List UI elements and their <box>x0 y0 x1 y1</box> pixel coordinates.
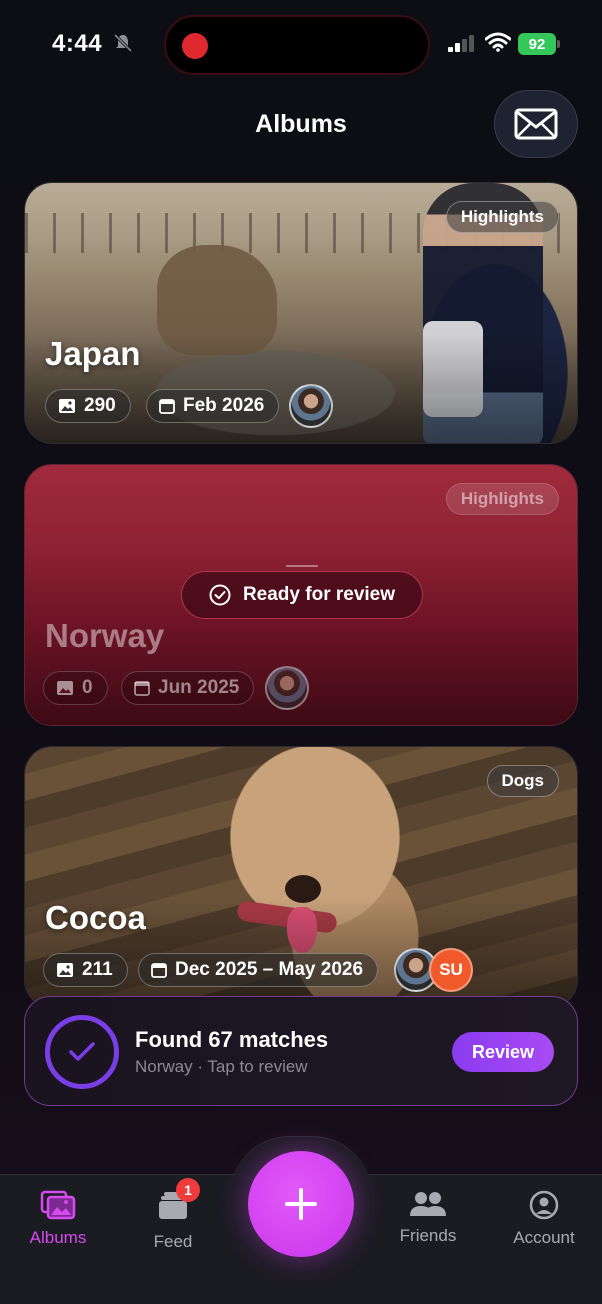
check-circle-icon <box>209 584 231 606</box>
album-title: Japan <box>45 335 141 372</box>
album-tag: Dogs <box>486 765 559 797</box>
checkmark-icon <box>69 1042 95 1061</box>
album-title: Cocoa <box>45 899 146 936</box>
add-album-button[interactable] <box>248 1151 354 1257</box>
notification-badge: 1 <box>176 1178 200 1202</box>
photo-count-chip: 0 <box>43 671 108 705</box>
date-chip: Jun 2025 <box>121 671 255 705</box>
photo-count: 290 <box>84 395 116 416</box>
inbox-button[interactable] <box>494 90 578 158</box>
progress-ring <box>45 1015 119 1089</box>
photo-count-chip: 211 <box>43 953 128 987</box>
member-avatar <box>289 384 333 428</box>
plus-icon <box>285 1188 317 1220</box>
photo-stack-icon <box>40 1190 76 1220</box>
bell-slash-icon <box>113 33 133 53</box>
member-avatar-initials: SU <box>429 948 473 992</box>
match-title: Found 67 matches <box>135 1027 329 1052</box>
divider <box>286 565 318 567</box>
battery-indicator: 92 <box>518 33 560 55</box>
calendar-icon <box>134 681 150 696</box>
tab-feed[interactable]: 1 Feed <box>118 1178 228 1252</box>
album-date: Dec 2025 – May 2026 <box>175 959 364 980</box>
status-bar: 4:44 92 <box>0 0 602 90</box>
photo-icon <box>57 681 73 695</box>
album-tag: Highlights <box>445 483 559 515</box>
photo-count-chip: 290 <box>45 389 131 423</box>
match-found-banner[interactable]: Found 67 matches Norway · Tap to review … <box>24 996 578 1106</box>
tab-label: Account <box>513 1228 575 1247</box>
photo-icon <box>59 399 75 413</box>
wifi-icon <box>485 32 511 52</box>
tab-account[interactable]: Account <box>489 1190 599 1248</box>
ready-for-review-badge[interactable]: Ready for review <box>181 571 423 619</box>
tab-label: Friends <box>399 1226 457 1245</box>
status-time: 4:44 <box>52 30 103 57</box>
calendar-icon <box>159 399 175 414</box>
date-chip: Feb 2026 <box>146 389 280 423</box>
envelope-icon <box>514 108 558 140</box>
album-date: Feb 2026 <box>183 395 265 416</box>
tab-friends[interactable]: Friends <box>373 1190 483 1246</box>
photo-count: 0 <box>82 677 93 698</box>
dynamic-island <box>164 15 430 75</box>
date-chip: Dec 2025 – May 2026 <box>138 953 379 987</box>
album-tag: Highlights <box>445 201 559 233</box>
tab-albums[interactable]: Albums <box>3 1190 113 1248</box>
recording-indicator-icon <box>182 33 208 59</box>
photo-icon <box>57 963 73 977</box>
album-card-cocoa[interactable]: Dogs Cocoa 211 Dec 2025 – May 2026 SU <box>24 746 578 1008</box>
cellular-signal-icon <box>448 35 474 52</box>
calendar-icon <box>151 963 167 978</box>
person-circle-icon <box>529 1190 559 1220</box>
people-icon <box>410 1192 446 1216</box>
tab-label: Feed <box>153 1232 193 1251</box>
album-card-norway[interactable]: Highlights Ready for review Norway 0 Jun… <box>24 464 578 726</box>
album-card-japan[interactable]: Highlights Japan 290 Feb 2026 <box>24 182 578 444</box>
photo-count: 211 <box>82 959 113 980</box>
review-label: Ready for review <box>242 584 396 605</box>
member-avatar <box>265 666 309 710</box>
match-subtitle: Norway · Tap to review <box>135 1057 308 1076</box>
album-date: Jun 2025 <box>158 677 240 698</box>
tab-label: Albums <box>29 1228 87 1247</box>
review-button[interactable]: Review <box>452 1032 554 1072</box>
album-title: Norway <box>45 617 165 654</box>
